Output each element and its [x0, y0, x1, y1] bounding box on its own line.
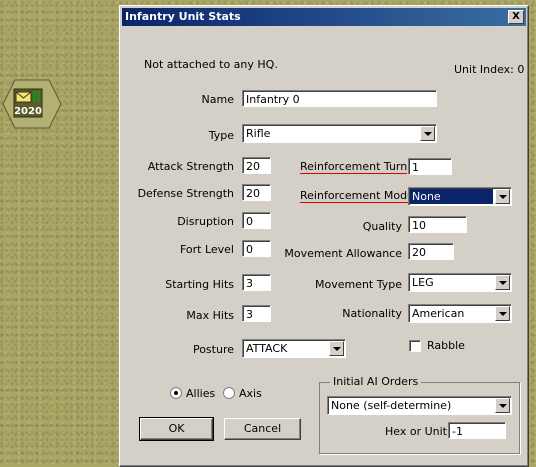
axis-radio[interactable]	[223, 387, 235, 399]
rabble-checkbox[interactable]	[409, 340, 421, 352]
defense-strength-label: Defense Strength	[137, 187, 234, 200]
ai-orders-dropdown[interactable]: None (self-determine)	[327, 396, 512, 415]
movement-type-dropdown[interactable]: LEG	[408, 273, 512, 292]
axis-label: Axis	[239, 387, 262, 400]
allies-radio[interactable]	[170, 387, 182, 399]
cancel-button[interactable]: Cancel	[224, 418, 301, 440]
rabble-label: Rabble	[427, 339, 465, 352]
movement-type-label: Movement Type	[314, 278, 402, 291]
movement-type-value: LEG	[412, 276, 434, 289]
hq-status-text: Not attached to any HQ.	[144, 58, 278, 71]
reinforcement-turn-field[interactable]: 1	[408, 158, 452, 175]
counter-year-label: 2020	[14, 106, 42, 117]
name-label: Name	[201, 93, 234, 106]
chevron-down-icon[interactable]	[495, 189, 510, 204]
movement-allowance-label: Movement Allowance	[284, 247, 402, 260]
reinforcement-mode-value: None	[410, 189, 493, 204]
name-field[interactable]: Infantry 0	[242, 90, 437, 107]
title-bar[interactable]: Infantry Unit Stats X	[122, 8, 526, 26]
initial-ai-orders-group: Initial AI Orders None (self-determine) …	[319, 375, 520, 454]
close-button[interactable]: X	[508, 10, 524, 24]
posture-dropdown[interactable]: ATTACK	[242, 339, 346, 358]
type-value: Rifle	[246, 127, 271, 140]
quality-label: Quality	[362, 220, 402, 233]
dialog-title: Infantry Unit Stats	[125, 10, 241, 23]
reinforcement-mode-label: Reinforcement Mode	[300, 189, 414, 203]
type-label: Type	[208, 129, 234, 142]
hex-or-unit-label: Hex or Unit	[385, 425, 447, 438]
attack-strength-label: Attack Strength	[147, 160, 234, 173]
disruption-label: Disruption	[177, 215, 234, 228]
hex-or-unit-field[interactable]: -1	[448, 422, 506, 439]
reinforcement-turn-label: Reinforcement Turn	[300, 160, 408, 174]
unit-stats-dialog: Infantry Unit Stats X Not attached to an…	[119, 5, 529, 467]
attack-strength-field[interactable]: 20	[242, 157, 271, 174]
chevron-down-icon[interactable]	[495, 275, 510, 290]
unit-counter-hex[interactable]: 2020	[2, 79, 62, 129]
nationality-dropdown[interactable]: American	[408, 304, 512, 323]
quality-field[interactable]: 10	[408, 216, 467, 233]
envelope-icon	[15, 91, 32, 103]
allies-label: Allies	[186, 387, 216, 400]
posture-value: ATTACK	[246, 342, 288, 355]
chevron-down-icon[interactable]	[495, 398, 510, 413]
reinforcement-mode-dropdown[interactable]: None	[408, 187, 512, 206]
nationality-label: Nationality	[342, 307, 402, 320]
type-dropdown[interactable]: Rifle	[242, 124, 437, 143]
chevron-down-icon[interactable]	[329, 341, 344, 356]
movement-allowance-field[interactable]: 20	[408, 243, 454, 260]
max-hits-field[interactable]: 3	[242, 305, 271, 322]
ok-button[interactable]: OK	[139, 417, 214, 441]
fort-level-label: Fort Level	[179, 243, 234, 256]
nationality-value: American	[412, 307, 465, 320]
initial-ai-orders-label: Initial AI Orders	[330, 375, 422, 388]
unit-index-text: Unit Index: 0	[454, 63, 525, 76]
max-hits-label: Max Hits	[186, 309, 234, 322]
chevron-down-icon[interactable]	[495, 306, 510, 321]
starting-hits-label: Starting Hits	[165, 278, 234, 291]
starting-hits-field[interactable]: 3	[242, 274, 271, 291]
chevron-down-icon[interactable]	[420, 126, 435, 141]
fort-level-field[interactable]: 0	[242, 240, 271, 257]
disruption-field[interactable]: 0	[242, 212, 271, 229]
defense-strength-field[interactable]: 20	[242, 184, 271, 201]
ai-orders-value: None (self-determine)	[331, 399, 452, 412]
posture-label: Posture	[192, 343, 234, 356]
